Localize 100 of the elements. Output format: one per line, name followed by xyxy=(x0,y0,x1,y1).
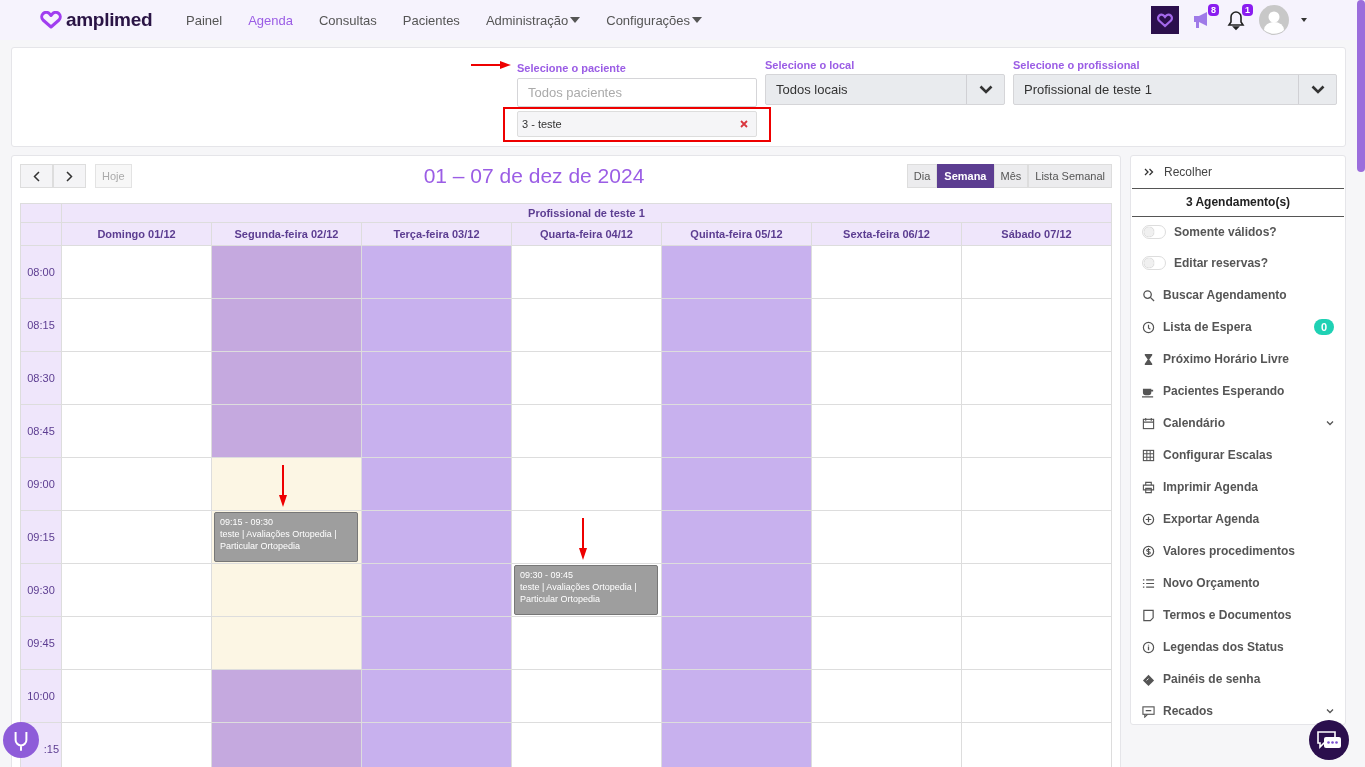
collapse-link[interactable]: Recolher xyxy=(1132,156,1344,189)
time-slot[interactable] xyxy=(662,246,812,299)
time-slot[interactable] xyxy=(62,617,212,670)
time-slot[interactable] xyxy=(812,564,962,617)
view-tab[interactable]: Semana xyxy=(937,164,994,188)
view-tab[interactable]: Lista Semanal xyxy=(1028,164,1112,188)
location-select[interactable]: Todos locais xyxy=(765,74,1005,105)
time-slot[interactable] xyxy=(62,458,212,511)
time-slot[interactable] xyxy=(812,405,962,458)
time-slot[interactable] xyxy=(812,246,962,299)
time-slot[interactable] xyxy=(512,511,662,564)
nav-link[interactable]: Administração xyxy=(485,12,581,28)
time-slot[interactable] xyxy=(962,670,1112,723)
chat-button[interactable] xyxy=(1309,720,1349,760)
time-slot[interactable] xyxy=(662,723,812,767)
patient-search-field[interactable]: Todos pacientes xyxy=(517,78,757,107)
time-slot[interactable] xyxy=(62,352,212,405)
time-slot[interactable] xyxy=(662,352,812,405)
time-slot[interactable] xyxy=(962,405,1112,458)
time-slot[interactable] xyxy=(212,458,362,511)
time-slot[interactable] xyxy=(512,458,662,511)
time-slot[interactable] xyxy=(62,670,212,723)
time-slot[interactable] xyxy=(62,299,212,352)
toggle-switch[interactable] xyxy=(1142,256,1166,270)
view-tab[interactable]: Dia xyxy=(906,164,938,188)
sidebar-link[interactable]: Valores procedimentos xyxy=(1163,544,1296,558)
next-button[interactable] xyxy=(53,164,86,188)
time-slot[interactable] xyxy=(362,405,512,458)
time-slot[interactable] xyxy=(812,352,962,405)
time-slot[interactable] xyxy=(812,670,962,723)
time-slot[interactable] xyxy=(512,405,662,458)
time-slot[interactable] xyxy=(362,299,512,352)
time-slot[interactable] xyxy=(812,458,962,511)
previous-button[interactable] xyxy=(20,164,53,188)
time-slot[interactable] xyxy=(962,617,1112,670)
time-slot[interactable] xyxy=(662,458,812,511)
time-slot[interactable] xyxy=(362,617,512,670)
sidebar-link[interactable]: Termos e Documentos xyxy=(1163,608,1292,622)
time-slot[interactable] xyxy=(512,617,662,670)
time-slot[interactable] xyxy=(362,246,512,299)
sidebar-link[interactable]: Recados xyxy=(1163,704,1214,718)
sidebar-link[interactable]: Imprimir Agenda xyxy=(1163,480,1258,494)
sidebar-link[interactable]: Exportar Agenda xyxy=(1163,512,1260,526)
time-slot[interactable] xyxy=(962,564,1112,617)
chevron-down-icon[interactable] xyxy=(1326,420,1334,426)
time-slot[interactable] xyxy=(812,299,962,352)
time-slot[interactable] xyxy=(62,511,212,564)
time-slot[interactable] xyxy=(212,246,362,299)
time-slot[interactable] xyxy=(62,246,212,299)
sidebar-link[interactable]: Configurar Escalas xyxy=(1163,448,1273,462)
sidebar-link[interactable]: Buscar Agendamento xyxy=(1163,288,1287,302)
time-slot[interactable] xyxy=(512,352,662,405)
bell-icon[interactable] xyxy=(1225,9,1247,31)
time-slot[interactable] xyxy=(212,405,362,458)
time-slot[interactable] xyxy=(962,511,1112,564)
toggle-switch[interactable] xyxy=(1142,225,1166,239)
time-slot[interactable] xyxy=(212,299,362,352)
nav-link[interactable]: Painel xyxy=(186,12,223,28)
time-slot[interactable] xyxy=(662,299,812,352)
time-slot[interactable] xyxy=(362,458,512,511)
sidebar-link[interactable]: Legendas dos Status xyxy=(1163,640,1284,654)
help-button[interactable] xyxy=(3,722,39,758)
avatar-icon[interactable] xyxy=(1259,5,1289,35)
sidebar-link[interactable]: Painéis de senha xyxy=(1163,672,1261,686)
sidebar-link[interactable]: Lista de Espera xyxy=(1163,320,1252,334)
time-slot[interactable] xyxy=(212,670,362,723)
sidebar-link[interactable]: Próximo Horário Livre xyxy=(1163,352,1290,366)
time-slot[interactable] xyxy=(512,670,662,723)
time-slot[interactable] xyxy=(662,405,812,458)
time-slot[interactable] xyxy=(512,246,662,299)
time-slot[interactable] xyxy=(812,511,962,564)
time-slot[interactable] xyxy=(362,352,512,405)
time-slot[interactable] xyxy=(962,299,1112,352)
nav-link[interactable]: Configurações xyxy=(606,12,703,28)
scrollbar-thumb[interactable] xyxy=(1357,0,1365,172)
time-slot[interactable] xyxy=(362,511,512,564)
time-slot[interactable] xyxy=(662,617,812,670)
time-slot[interactable] xyxy=(962,458,1112,511)
sidebar-link[interactable]: Calendário xyxy=(1163,416,1225,430)
chevron-down-icon[interactable] xyxy=(1326,708,1334,714)
time-slot[interactable] xyxy=(662,511,812,564)
time-slot[interactable] xyxy=(662,670,812,723)
time-slot[interactable] xyxy=(662,564,812,617)
time-slot[interactable] xyxy=(362,564,512,617)
nav-link[interactable]: Consultas xyxy=(318,12,377,28)
time-slot[interactable] xyxy=(362,723,512,767)
time-slot[interactable] xyxy=(812,617,962,670)
time-slot[interactable] xyxy=(62,564,212,617)
sidebar-link[interactable]: Novo Orçamento xyxy=(1163,576,1260,590)
time-slot[interactable] xyxy=(962,352,1112,405)
nav-link[interactable]: Pacientes xyxy=(402,12,460,28)
time-slot[interactable] xyxy=(62,405,212,458)
view-tab[interactable]: Mês xyxy=(993,164,1029,188)
time-slot[interactable] xyxy=(212,564,362,617)
sidebar-link[interactable]: Pacientes Esperando xyxy=(1163,384,1285,398)
caret-icon[interactable] xyxy=(1301,18,1307,22)
remove-icon[interactable] xyxy=(740,120,748,128)
time-slot[interactable] xyxy=(212,617,362,670)
professional-select[interactable]: Profissional de teste 1 xyxy=(1013,74,1337,105)
nav-link[interactable]: Agenda xyxy=(248,12,293,28)
